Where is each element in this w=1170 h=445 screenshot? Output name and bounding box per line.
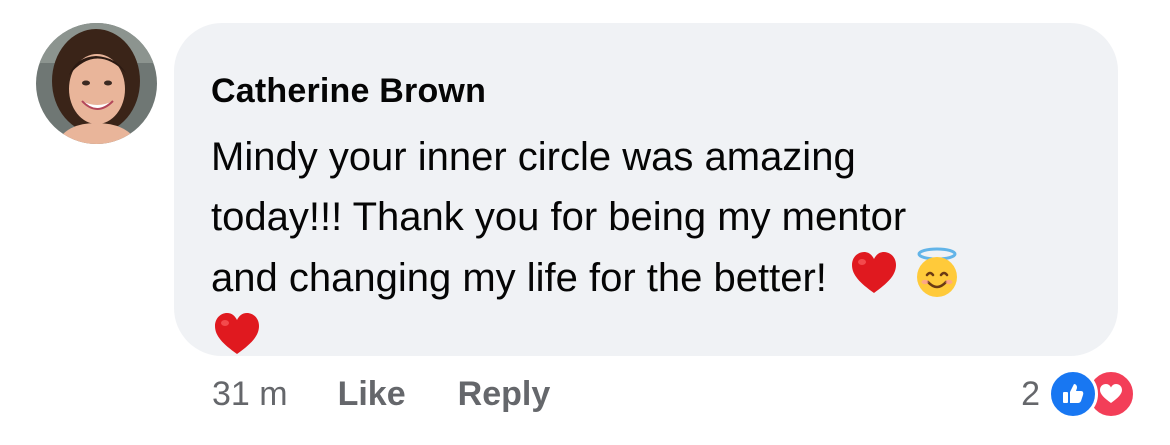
reaction-icons xyxy=(1048,369,1136,419)
reaction-summary[interactable]: 2 xyxy=(1021,369,1136,419)
reaction-count: 2 xyxy=(1021,374,1040,413)
comment-footer: 31 m Like Reply xyxy=(212,370,602,418)
smiling-face-with-halo-emoji-icon xyxy=(911,247,963,299)
like-button[interactable]: Like xyxy=(338,375,406,414)
comment-text: Mindy your inner circle was amazing toda… xyxy=(211,127,1091,369)
avatar[interactable] xyxy=(36,23,157,144)
comment-text-line: Mindy your inner circle was amazing xyxy=(211,135,856,179)
comment-author[interactable]: Catherine Brown xyxy=(211,67,1082,115)
reply-button[interactable]: Reply xyxy=(458,375,551,414)
red-heart-emoji-icon xyxy=(211,308,263,360)
like-icon xyxy=(1048,369,1098,419)
comment-text-line: today!!! Thank you for being my mentor xyxy=(211,195,907,239)
comment-text-line: and changing my life for the better! xyxy=(211,256,827,300)
comment-bubble: Catherine Brown Mindy your inner circle … xyxy=(174,23,1118,356)
comment-timestamp[interactable]: 31 m xyxy=(212,375,288,414)
red-heart-emoji-icon xyxy=(848,247,900,299)
